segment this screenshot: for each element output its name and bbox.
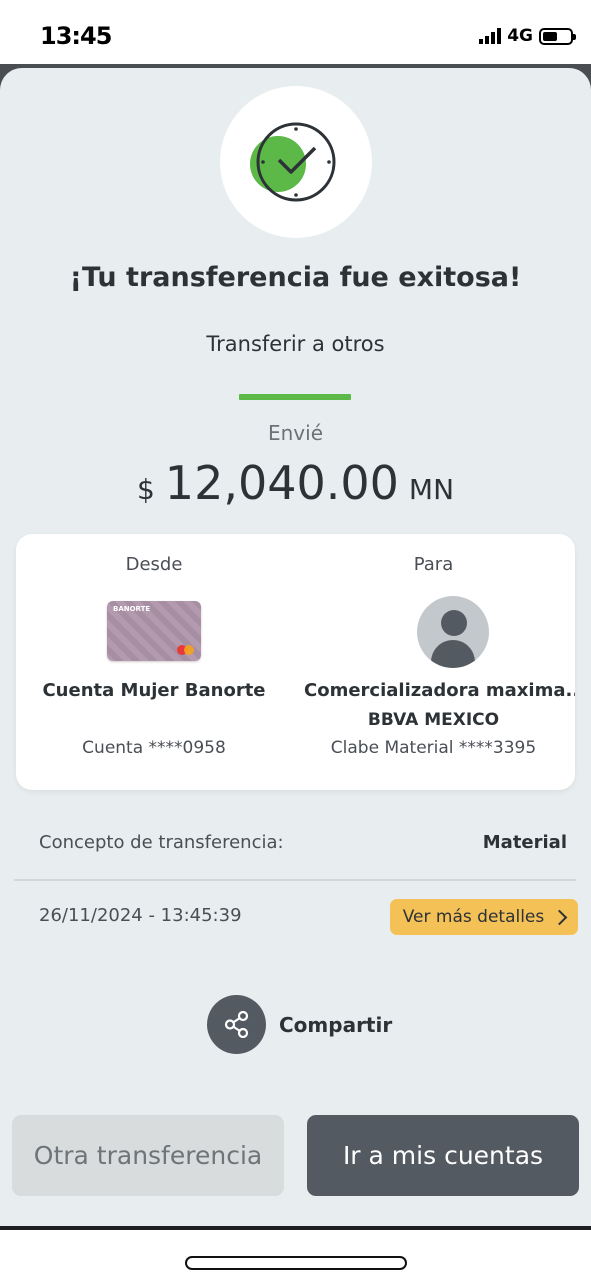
concept-label: Concepto de transferencia:	[39, 832, 284, 853]
battery-icon	[539, 27, 576, 45]
from-account-name: Cuenta Mujer Banorte	[42, 680, 266, 701]
amount-unit: MN	[408, 473, 455, 506]
share-label: Compartir	[279, 1012, 393, 1037]
amount-value: 12,040.00	[164, 456, 399, 510]
share-button[interactable]: Compartir	[207, 995, 392, 1054]
success-title: ¡Tu transferencia fue exitosa!	[69, 262, 522, 293]
to-account-number: Clabe Material ****3395	[330, 738, 537, 758]
chevron-right-icon	[551, 909, 568, 925]
transfer-type: Transferir a otros	[206, 332, 385, 356]
to-beneficiary-name: Comercializadora maxima...	[304, 680, 575, 701]
to-heading: Para	[413, 554, 454, 575]
from-heading: Desde	[125, 554, 183, 575]
success-badge	[220, 86, 372, 238]
status-time: 13:45	[40, 22, 112, 50]
from-section: Desde BANORTE Cuenta Mujer Banorte Cuent…	[16, 534, 292, 790]
signal-icon	[479, 28, 502, 44]
view-details-label: Ver más detalles	[402, 907, 545, 927]
share-icon	[207, 995, 266, 1054]
to-bank-name: BBVA MEXICO	[367, 710, 500, 730]
bank-card-image: BANORTE	[107, 601, 201, 661]
home-indicator[interactable]	[185, 1256, 407, 1270]
accent-divider	[239, 394, 351, 400]
from-account-number: Cuenta ****0958	[82, 738, 226, 758]
card-brand-text: BANORTE	[113, 605, 151, 613]
another-transfer-button[interactable]: Otra transferencia	[12, 1115, 284, 1196]
concept-value: Material	[482, 832, 567, 853]
amount: $ 12,040.00 MN	[0, 456, 591, 510]
concept-row: Concepto de transferencia: Material	[39, 832, 567, 853]
amount-currency: $	[136, 473, 155, 506]
sent-label: Envié	[267, 421, 323, 445]
transfer-parties-card: Desde BANORTE Cuenta Mujer Banorte Cuent…	[16, 534, 575, 790]
network-type: 4G	[507, 26, 533, 46]
avatar-icon	[417, 596, 489, 668]
home-area	[0, 1230, 591, 1280]
status-bar: 13:45 4G	[0, 0, 591, 64]
to-section: Para Comercializadora maxima... BBVA MEX…	[292, 534, 575, 790]
status-indicators: 4G	[479, 26, 576, 46]
mastercard-icon	[177, 645, 195, 655]
go-to-accounts-button[interactable]: Ir a mis cuentas	[307, 1115, 579, 1196]
divider	[14, 879, 576, 881]
clock-check-icon	[250, 122, 336, 202]
transfer-datetime: 26/11/2024 - 13:45:39	[39, 905, 242, 926]
view-details-button[interactable]: Ver más detalles	[390, 899, 578, 935]
